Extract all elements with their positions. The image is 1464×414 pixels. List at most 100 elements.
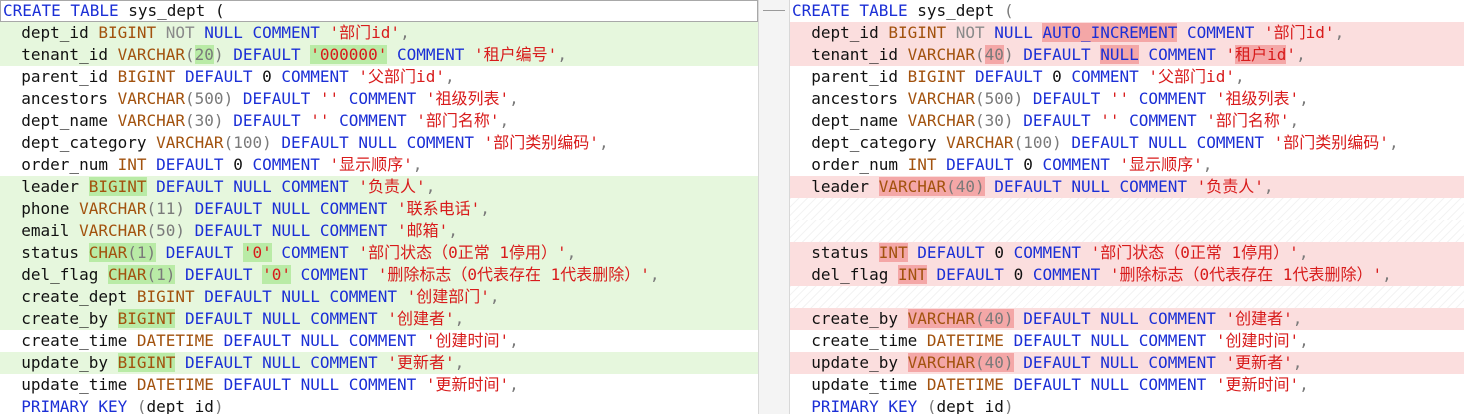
code-token: '创建部门': [406, 287, 490, 306]
code-line[interactable]: parent_id BIGINT DEFAULT 0 COMMENT '父部门i…: [0, 66, 758, 88]
code-token: del_flag: [792, 265, 898, 284]
code-line[interactable]: leader VARCHAR(40) DEFAULT NULL COMMENT …: [790, 176, 1464, 198]
blank-line[interactable]: [790, 286, 1464, 308]
code-token: status: [2, 243, 89, 262]
code-token: create_by: [2, 309, 118, 328]
code-token: COMMENT: [291, 265, 378, 284]
code-token: DEFAULT NULL COMMENT: [204, 287, 407, 306]
code-token: email: [2, 221, 80, 240]
code-token: ,: [444, 67, 455, 86]
code-token: leader: [2, 177, 89, 196]
code-token: VARCHAR: [907, 45, 976, 64]
code-token: (1): [146, 265, 176, 284]
code-token: ): [1003, 45, 1024, 64]
code-line[interactable]: tenant_id VARCHAR(40) DEFAULT NULL COMME…: [790, 44, 1464, 66]
code-line[interactable]: parent_id BIGINT DEFAULT 0 COMMENT '父部门i…: [790, 66, 1464, 88]
code-line[interactable]: update_by BIGINT DEFAULT NULL COMMENT '更…: [0, 352, 758, 374]
code-line[interactable]: CREATE TABLE sys_dept (: [0, 0, 758, 22]
code-token: '部门类别编码': [483, 133, 599, 152]
code-token: '': [1100, 111, 1130, 130]
code-line[interactable]: update_by VARCHAR(40) DEFAULT NULL COMME…: [790, 352, 1464, 374]
code-token: DEFAULT NULL COMMENT: [984, 177, 1197, 196]
code-line[interactable]: PRIMARY KEY (dept_id): [0, 396, 758, 414]
code-line[interactable]: create_time DATETIME DEFAULT NULL COMMEN…: [0, 330, 758, 352]
code-token: ,: [509, 331, 519, 350]
code-token: DEFAULT NULL COMMENT: [175, 309, 388, 328]
code-token: ,: [1334, 23, 1345, 42]
diff-gutter[interactable]: [758, 0, 790, 414]
code-line[interactable]: del_flag INT DEFAULT 0 COMMENT '删除标志（0代表…: [790, 264, 1464, 286]
code-line[interactable]: email VARCHAR(50) DEFAULT NULL COMMENT '…: [0, 220, 758, 242]
code-line[interactable]: order_num INT DEFAULT 0 COMMENT '显示顺序',: [0, 154, 758, 176]
code-token: '删除标志（0代表存在 1代表删除）': [377, 265, 650, 284]
code-token: CHAR: [107, 265, 147, 284]
code-token: ,: [425, 177, 436, 196]
code-token: ,: [557, 45, 567, 64]
code-token: DEFAULT: [975, 67, 1053, 86]
code-line[interactable]: phone VARCHAR(11) DEFAULT NULL COMMENT '…: [0, 198, 758, 220]
code-token: DEFAULT: [1023, 111, 1101, 130]
code-token: ): [1003, 397, 1014, 414]
code-token: '': [319, 89, 349, 108]
code-token: BIGINT: [98, 23, 166, 42]
code-line[interactable]: CREATE TABLE sys_dept (: [790, 0, 1464, 22]
code-line[interactable]: ancestors VARCHAR(500) DEFAULT '' COMMEN…: [0, 88, 758, 110]
code-token: COMMENT: [1032, 265, 1110, 284]
code-line[interactable]: tenant_id VARCHAR(20) DEFAULT '000000' C…: [0, 44, 758, 66]
code-token: dept_id: [936, 397, 1004, 414]
code-line[interactable]: ancestors VARCHAR(500) DEFAULT '' COMMEN…: [790, 88, 1464, 110]
code-line[interactable]: dept_id BIGINT NOT NULL AUTO_INCREMENT C…: [790, 22, 1464, 44]
code-token: (40): [975, 309, 1014, 328]
code-line[interactable]: create_by BIGINT DEFAULT NULL COMMENT '创…: [0, 308, 758, 330]
code-token: '': [310, 111, 340, 130]
code-token: (100): [1013, 133, 1072, 152]
blank-line[interactable]: [790, 198, 1464, 220]
code-token: dept_id: [2, 23, 99, 42]
code-token: COMMENT: [387, 45, 475, 64]
code-line[interactable]: status CHAR(1) DEFAULT '0' COMMENT '部门状态…: [0, 242, 758, 264]
code-token: COMMENT: [348, 89, 426, 108]
code-line[interactable]: update_time DATETIME DEFAULT NULL COMMEN…: [790, 374, 1464, 396]
code-token: '创建时间': [425, 331, 510, 350]
code-token: DEFAULT: [1023, 45, 1101, 64]
right-pane[interactable]: CREATE TABLE sys_dept ( dept_id BIGINT N…: [790, 0, 1464, 414]
code-line[interactable]: order_num INT DEFAULT 0 COMMENT '显示顺序',: [790, 154, 1464, 176]
code-line[interactable]: PRIMARY KEY (dept_id): [790, 396, 1464, 414]
code-token: leader: [792, 177, 879, 196]
code-token: INT: [907, 155, 947, 174]
code-token: ,: [454, 309, 465, 328]
code-line[interactable]: dept_name VARCHAR(30) DEFAULT '' COMMENT…: [790, 110, 1464, 132]
code-token: DEFAULT NULL COMMENT: [194, 199, 397, 218]
code-line[interactable]: dept_name VARCHAR(30) DEFAULT '' COMMENT…: [0, 110, 758, 132]
code-token: phone: [2, 199, 80, 218]
code-token: ,: [1296, 45, 1306, 64]
code-token: ,: [509, 89, 519, 108]
code-token: ,: [400, 23, 410, 42]
code-line[interactable]: del_flag CHAR(1) DEFAULT '0' COMMENT '删除…: [0, 264, 758, 286]
code-line[interactable]: dept_category VARCHAR(100) DEFAULT NULL …: [790, 132, 1464, 154]
code-token: ,: [1299, 89, 1309, 108]
blank-line[interactable]: [790, 220, 1464, 242]
code-line[interactable]: status INT DEFAULT 0 COMMENT '部门状态（0正常 1…: [790, 242, 1464, 264]
code-token: '联系电话': [396, 199, 481, 218]
code-line[interactable]: dept_category VARCHAR(100) DEFAULT NULL …: [0, 132, 758, 154]
code-token: DEFAULT NULL COMMENT: [1013, 375, 1216, 394]
code-token: '删除标志（0代表存在 1代表删除）': [1109, 265, 1383, 284]
code-token: (50): [146, 221, 195, 240]
code-line[interactable]: create_dept BIGINT DEFAULT NULL COMMENT …: [0, 286, 758, 308]
code-line[interactable]: dept_id BIGINT NOT NULL COMMENT '部门id',: [0, 22, 758, 44]
code-line[interactable]: update_time DATETIME DEFAULT NULL COMMEN…: [0, 374, 758, 396]
code-token: 0: [262, 67, 282, 86]
code-token: '负责人': [358, 177, 426, 196]
code-line[interactable]: create_by VARCHAR(40) DEFAULT NULL COMME…: [790, 308, 1464, 330]
code-token: COMMENT: [1042, 155, 1120, 174]
code-token: VARCHAR: [117, 111, 186, 130]
code-token: status: [792, 243, 879, 262]
code-token: 0: [1023, 155, 1043, 174]
code-line[interactable]: create_time DATETIME DEFAULT NULL COMMEN…: [790, 330, 1464, 352]
code-token: DATETIME: [136, 331, 224, 350]
left-pane[interactable]: CREATE TABLE sys_dept ( dept_id BIGINT N…: [0, 0, 758, 414]
code-line[interactable]: leader BIGINT DEFAULT NULL COMMENT '负责人'…: [0, 176, 758, 198]
code-token: (: [975, 45, 985, 64]
code-token: 0: [1052, 67, 1072, 86]
